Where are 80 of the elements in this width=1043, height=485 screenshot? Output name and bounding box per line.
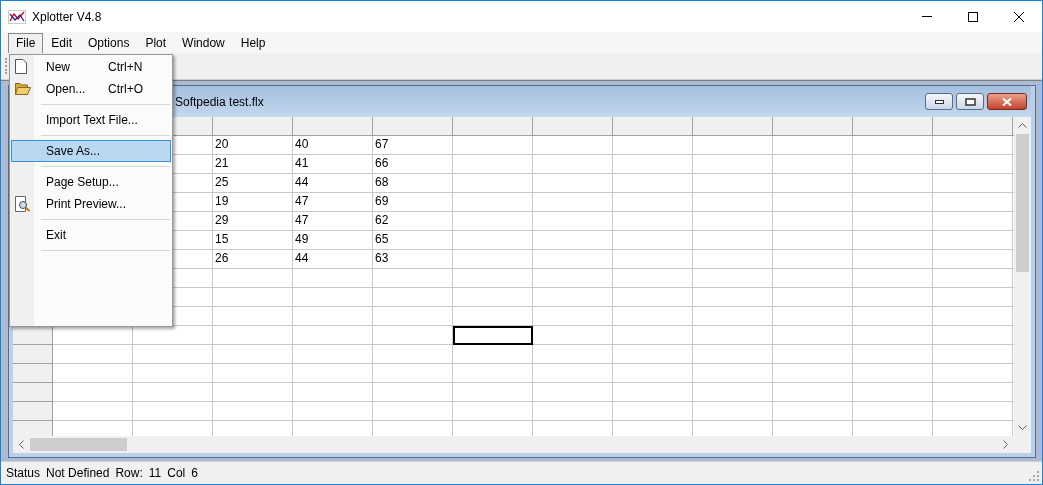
close-icon (1002, 97, 1012, 106)
chart-icon (8, 9, 26, 24)
column-header[interactable] (293, 117, 373, 136)
table-cell[interactable]: 26 (213, 250, 293, 269)
table-cell[interactable]: 21 (213, 155, 293, 174)
column-header[interactable] (613, 117, 693, 136)
scroll-thumb[interactable] (30, 438, 127, 451)
table-cell[interactable]: 68 (373, 174, 453, 193)
table-cell[interactable]: 49 (293, 231, 373, 250)
row-value: 11 (148, 465, 162, 482)
menu-item[interactable]: Page Setup... (11, 171, 171, 193)
table-cell[interactable]: 67 (373, 136, 453, 155)
status-value: Not Defined (46, 465, 110, 482)
menu-item[interactable]: Exit (11, 224, 171, 246)
scroll-left-icon[interactable] (19, 440, 24, 449)
restore-button[interactable] (956, 93, 984, 110)
column-header[interactable] (213, 117, 293, 136)
table-cell[interactable]: 44 (293, 174, 373, 193)
table-cell[interactable]: 29 (213, 212, 293, 231)
table-cell[interactable]: 44 (293, 250, 373, 269)
window-title: Xplotter V4.8 (32, 8, 102, 26)
row-header[interactable] (13, 402, 53, 421)
document-icon (15, 59, 27, 74)
table-cell[interactable]: 63 (373, 250, 453, 269)
menu-title[interactable]: Options (80, 32, 138, 53)
row-header[interactable] (13, 345, 53, 364)
table-cell[interactable]: 25 (213, 174, 293, 193)
scroll-up-icon[interactable] (1018, 123, 1027, 128)
scroll-right-icon[interactable] (1003, 440, 1008, 449)
scroll-down-icon[interactable] (1018, 425, 1027, 430)
row-label: Row: (115, 465, 143, 482)
scroll-thumb[interactable] (1016, 134, 1029, 272)
row-header[interactable] (13, 383, 53, 402)
restore-icon (964, 97, 976, 106)
row-header[interactable] (13, 364, 53, 383)
menu-item[interactable]: New Ctrl+N (11, 56, 171, 78)
maximize-icon (968, 11, 978, 22)
close-icon (1014, 11, 1024, 22)
menu-item[interactable]: Print Preview... (11, 193, 171, 215)
table-cell[interactable]: 15 (213, 231, 293, 250)
table-cell[interactable] (453, 326, 533, 345)
minimize-icon (934, 99, 944, 104)
column-header[interactable] (853, 117, 933, 136)
vertical-scrollbar[interactable] (1014, 117, 1031, 436)
column-header[interactable] (773, 117, 853, 136)
minimize-icon (922, 16, 932, 17)
resize-grip-icon[interactable] (1029, 471, 1039, 481)
menu-title[interactable]: Edit (43, 32, 81, 53)
table-cell[interactable]: 65 (373, 231, 453, 250)
table-cell[interactable]: 62 (373, 212, 453, 231)
table-cell[interactable]: 66 (373, 155, 453, 174)
menu-item[interactable]: Save As... (11, 140, 171, 162)
menu-title[interactable]: File (8, 32, 44, 53)
table-cell[interactable]: 19 (213, 193, 293, 212)
column-header[interactable] (933, 117, 1013, 136)
column-header[interactable] (373, 117, 453, 136)
minimize-button[interactable] (925, 93, 953, 110)
col-value: 6 (191, 465, 198, 482)
horizontal-scrollbar[interactable] (13, 436, 1031, 453)
table-cell[interactable]: 40 (293, 136, 373, 155)
table-cell[interactable]: 41 (293, 155, 373, 174)
column-header[interactable] (533, 117, 613, 136)
menu-title[interactable]: Help (232, 32, 274, 53)
document-title: Softpedia test.flx (175, 93, 264, 111)
row-header[interactable] (13, 421, 53, 436)
menu-item[interactable]: Open... Ctrl+O (11, 78, 171, 100)
close-button[interactable] (987, 93, 1027, 110)
table-cell[interactable]: 47 (293, 193, 373, 212)
table-cell[interactable]: 20 (213, 136, 293, 155)
column-header[interactable] (693, 117, 773, 136)
folder-icon (15, 81, 31, 95)
status-label: Status (6, 465, 41, 482)
menu-item[interactable]: Import Text File... (11, 109, 171, 131)
col-label: Col (167, 465, 186, 482)
menu-title[interactable]: Plot (137, 32, 175, 53)
column-header[interactable] (453, 117, 533, 136)
menu-title[interactable]: Window (174, 32, 233, 53)
magnifier-page-icon (15, 196, 31, 212)
table-cell[interactable]: 69 (373, 193, 453, 212)
table-cell[interactable]: 47 (293, 212, 373, 231)
